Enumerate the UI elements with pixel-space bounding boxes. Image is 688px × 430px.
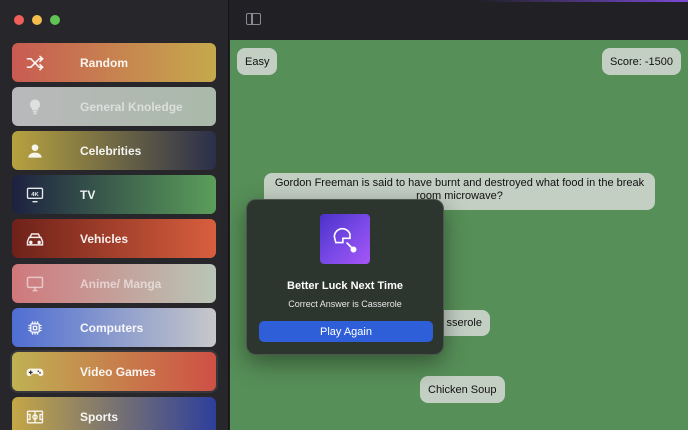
category-label: Vehicles — [80, 231, 129, 246]
category-celebrities[interactable]: Celebrities — [12, 131, 216, 170]
lightbulb-icon — [333, 227, 357, 253]
cpu-icon — [12, 308, 58, 347]
category-label: Anime/ Manga — [80, 276, 162, 291]
tv-4k-icon: 4K — [12, 175, 58, 214]
gamepad-icon — [12, 352, 58, 391]
category-tv[interactable]: 4K TV — [12, 175, 216, 214]
category-sports[interactable]: Sports — [12, 397, 216, 430]
difficulty-badge: Easy — [237, 48, 278, 75]
app-icon — [320, 214, 370, 264]
category-computers[interactable]: Computers — [12, 308, 216, 347]
category-random[interactable]: Random — [12, 43, 216, 82]
category-label: General Knoledge — [80, 99, 183, 114]
category-vehicles[interactable]: Vehicles — [12, 219, 216, 258]
sidebar: Random General Knoledge Celebrities 4K T… — [0, 0, 229, 430]
category-label: Video Games — [80, 364, 156, 379]
category-video-games[interactable]: Video Games — [10, 350, 218, 393]
dialog-message: Correct Answer is Casserole — [288, 299, 402, 309]
minimize-window-button[interactable] — [32, 15, 42, 25]
lightbulb-icon — [12, 87, 58, 126]
category-label: Computers — [80, 320, 144, 335]
monitor-icon — [12, 264, 58, 303]
toolbar-accent-line — [478, 0, 688, 2]
category-label: Celebrities — [80, 143, 142, 158]
category-general-knowledge[interactable]: General Knoledge — [12, 87, 216, 126]
result-dialog: Better Luck Next Time Correct Answer is … — [246, 199, 444, 355]
close-window-button[interactable] — [14, 15, 24, 25]
score-display: Score: -1500 — [602, 48, 681, 75]
play-again-button[interactable]: Play Again — [259, 321, 433, 342]
sidebar-toggle-icon[interactable] — [246, 13, 261, 25]
window-controls — [14, 15, 60, 25]
maximize-window-button[interactable] — [50, 15, 60, 25]
category-label: Sports — [80, 409, 119, 424]
category-anime-manga[interactable]: Anime/ Manga — [12, 264, 216, 303]
svg-text:4K: 4K — [31, 191, 39, 197]
person-icon — [12, 131, 58, 170]
category-label: Random — [80, 55, 128, 70]
shuffle-icon — [12, 43, 58, 82]
app-window: Random General Knoledge Celebrities 4K T… — [0, 0, 688, 430]
dialog-title: Better Luck Next Time — [287, 280, 403, 292]
sports-field-icon — [12, 397, 58, 430]
category-label: TV — [80, 187, 96, 202]
toolbar — [230, 0, 688, 40]
answer-option-chicken-soup[interactable]: Chicken Soup — [420, 376, 505, 403]
car-icon — [12, 219, 58, 258]
